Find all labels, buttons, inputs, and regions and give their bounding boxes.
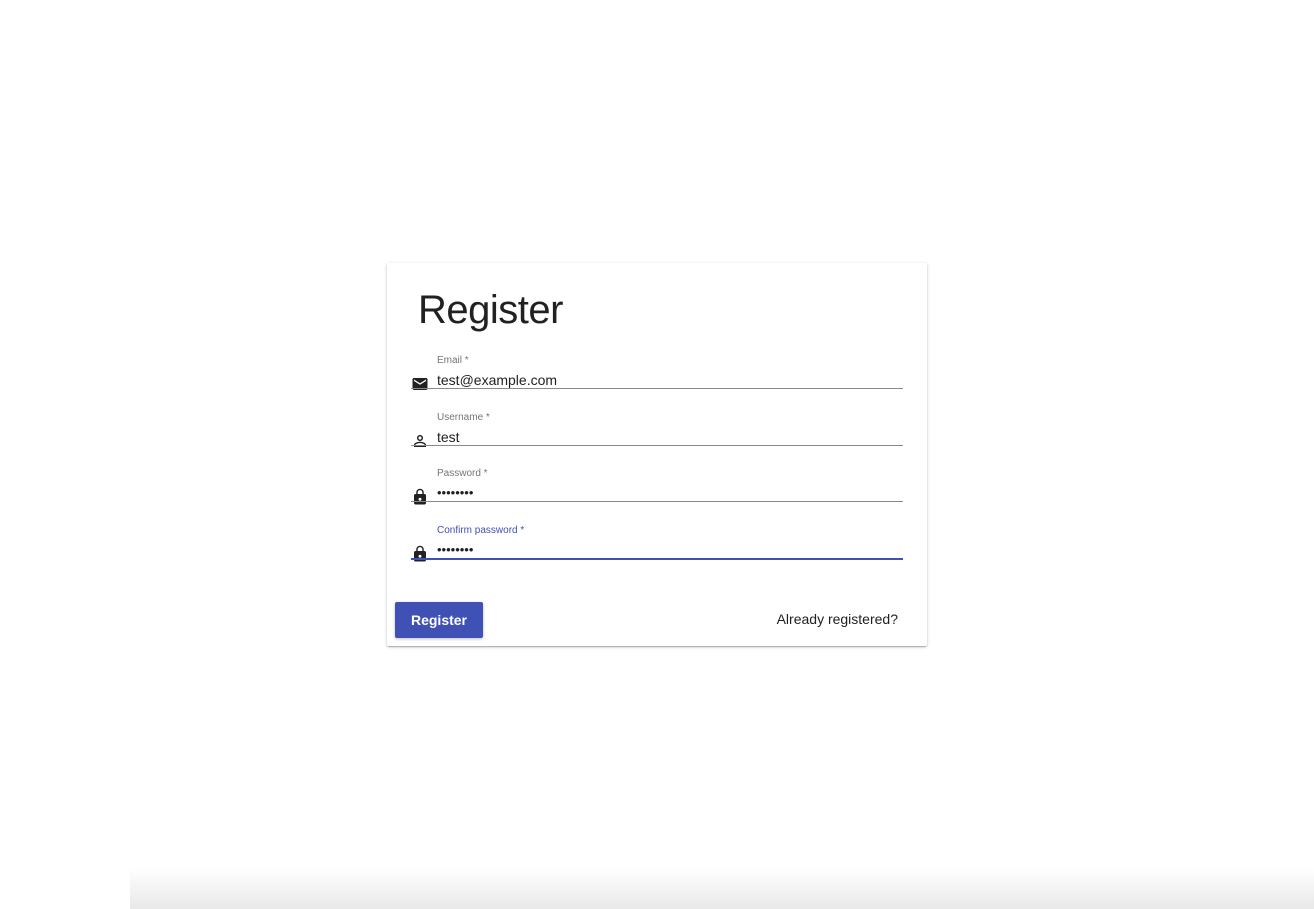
page-bottom-shade [130,868,1314,909]
username-label: Username * [437,412,490,423]
confirm-password-input[interactable]: •••••••• [437,542,473,557]
password-label: Password * [437,468,488,479]
lock-icon [411,545,429,563]
confirm-password-underline [411,558,903,560]
username-underline [411,445,903,446]
confirm-password-field[interactable]: Confirm password * •••••••• [411,525,903,575]
already-registered-link[interactable]: Already registered? [777,611,898,627]
register-button[interactable]: Register [395,602,483,638]
username-input[interactable]: test [437,429,460,445]
mail-icon [411,375,429,393]
lock-icon [411,488,429,506]
person-icon [411,432,429,450]
email-input[interactable]: test@example.com [437,372,557,388]
email-underline [411,388,903,389]
password-underline [411,501,903,502]
password-field[interactable]: Password * •••••••• [411,468,903,518]
password-input[interactable]: •••••••• [437,485,473,500]
username-field[interactable]: Username * test [411,412,903,462]
email-label: Email * [437,355,469,366]
confirm-password-label: Confirm password * [437,525,525,536]
page-title: Register [418,288,563,332]
email-field[interactable]: Email * test@example.com [411,355,903,405]
register-card: Register Email * test@example.com Userna… [387,263,927,646]
